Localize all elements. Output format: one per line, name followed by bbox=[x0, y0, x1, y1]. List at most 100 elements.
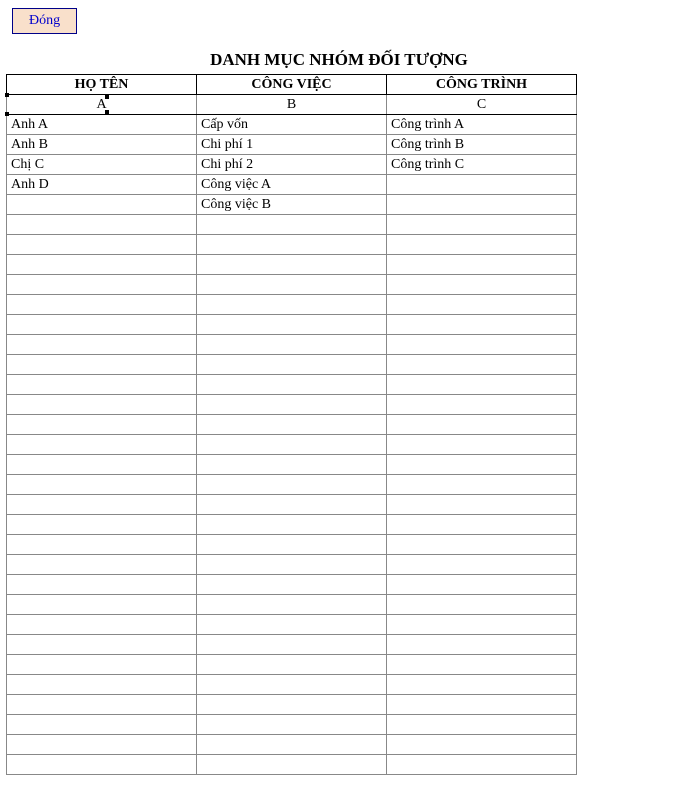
table-cell[interactable] bbox=[7, 535, 197, 555]
table-cell[interactable] bbox=[7, 475, 197, 495]
table-cell[interactable] bbox=[387, 255, 577, 275]
table-cell[interactable] bbox=[7, 515, 197, 535]
table-cell[interactable] bbox=[197, 515, 387, 535]
table-cell[interactable] bbox=[387, 755, 577, 775]
table-cell[interactable] bbox=[387, 635, 577, 655]
table-cell[interactable] bbox=[197, 335, 387, 355]
table-cell[interactable] bbox=[197, 455, 387, 475]
table-cell[interactable] bbox=[197, 435, 387, 455]
table-cell[interactable] bbox=[197, 255, 387, 275]
table-cell[interactable]: Anh A bbox=[7, 115, 197, 135]
table-cell[interactable] bbox=[197, 575, 387, 595]
table-cell[interactable]: Chị C bbox=[7, 155, 197, 175]
table-cell[interactable]: Anh D bbox=[7, 175, 197, 195]
table-cell[interactable]: Cấp vốn bbox=[197, 115, 387, 135]
table-cell[interactable] bbox=[387, 295, 577, 315]
table-cell[interactable] bbox=[197, 215, 387, 235]
table-cell[interactable] bbox=[387, 375, 577, 395]
table-cell[interactable] bbox=[7, 555, 197, 575]
table-cell[interactable] bbox=[7, 435, 197, 455]
table-cell[interactable] bbox=[7, 595, 197, 615]
table-cell[interactable] bbox=[7, 715, 197, 735]
table-cell[interactable]: Công trình C bbox=[387, 155, 577, 175]
table-cell[interactable] bbox=[7, 275, 197, 295]
table-cell[interactable] bbox=[387, 495, 577, 515]
table-cell[interactable] bbox=[387, 695, 577, 715]
table-cell[interactable]: Công việc A bbox=[197, 175, 387, 195]
header-cong-viec[interactable]: CÔNG VIỆC bbox=[197, 75, 387, 95]
table-cell[interactable] bbox=[7, 675, 197, 695]
table-cell[interactable] bbox=[197, 395, 387, 415]
table-cell[interactable] bbox=[7, 255, 197, 275]
table-cell[interactable]: Công trình B bbox=[387, 135, 577, 155]
table-cell[interactable] bbox=[387, 335, 577, 355]
code-cell-b[interactable]: B bbox=[197, 95, 387, 115]
table-cell[interactable] bbox=[197, 675, 387, 695]
table-cell[interactable] bbox=[197, 755, 387, 775]
table-cell[interactable] bbox=[387, 555, 577, 575]
table-cell[interactable] bbox=[7, 195, 197, 215]
table-cell[interactable] bbox=[197, 735, 387, 755]
table-cell[interactable] bbox=[387, 515, 577, 535]
table-cell[interactable] bbox=[387, 655, 577, 675]
header-ho-ten[interactable]: HỌ TÊN bbox=[7, 75, 197, 95]
table-cell[interactable] bbox=[197, 355, 387, 375]
table-cell[interactable] bbox=[387, 275, 577, 295]
table-cell[interactable]: Chi phí 1 bbox=[197, 135, 387, 155]
table-cell[interactable] bbox=[197, 615, 387, 635]
table-cell[interactable]: Chi phí 2 bbox=[197, 155, 387, 175]
table-cell[interactable] bbox=[387, 455, 577, 475]
table-cell[interactable] bbox=[387, 595, 577, 615]
table-cell[interactable] bbox=[7, 735, 197, 755]
table-cell[interactable] bbox=[197, 315, 387, 335]
code-cell-a[interactable]: A bbox=[7, 95, 197, 115]
table-cell[interactable] bbox=[197, 415, 387, 435]
table-cell[interactable] bbox=[7, 695, 197, 715]
table-cell[interactable] bbox=[7, 615, 197, 635]
table-cell[interactable] bbox=[197, 635, 387, 655]
table-cell[interactable] bbox=[197, 475, 387, 495]
table-cell[interactable] bbox=[7, 575, 197, 595]
table-cell[interactable] bbox=[387, 355, 577, 375]
table-cell[interactable] bbox=[387, 535, 577, 555]
table-cell[interactable]: Anh B bbox=[7, 135, 197, 155]
table-cell[interactable] bbox=[7, 655, 197, 675]
table-cell[interactable] bbox=[7, 215, 197, 235]
table-cell[interactable] bbox=[7, 355, 197, 375]
table-cell[interactable] bbox=[387, 675, 577, 695]
code-cell-c[interactable]: C bbox=[387, 95, 577, 115]
table-cell[interactable] bbox=[7, 415, 197, 435]
table-cell[interactable] bbox=[197, 655, 387, 675]
table-cell[interactable] bbox=[197, 375, 387, 395]
table-cell[interactable] bbox=[7, 315, 197, 335]
table-cell[interactable] bbox=[387, 475, 577, 495]
close-button[interactable]: Đóng bbox=[12, 8, 77, 34]
table-cell[interactable] bbox=[197, 275, 387, 295]
table-cell[interactable] bbox=[387, 395, 577, 415]
table-cell[interactable]: Công trình A bbox=[387, 115, 577, 135]
table-cell[interactable] bbox=[387, 235, 577, 255]
table-cell[interactable] bbox=[197, 295, 387, 315]
table-cell[interactable] bbox=[7, 295, 197, 315]
table-cell[interactable] bbox=[197, 495, 387, 515]
table-cell[interactable] bbox=[387, 575, 577, 595]
header-cong-trinh[interactable]: CÔNG TRÌNH bbox=[387, 75, 577, 95]
table-cell[interactable] bbox=[7, 755, 197, 775]
table-cell[interactable] bbox=[387, 735, 577, 755]
table-cell[interactable] bbox=[7, 395, 197, 415]
table-cell[interactable] bbox=[387, 215, 577, 235]
table-cell[interactable] bbox=[387, 195, 577, 215]
table-cell[interactable] bbox=[197, 555, 387, 575]
table-cell[interactable] bbox=[387, 435, 577, 455]
table-cell[interactable] bbox=[7, 375, 197, 395]
table-cell[interactable] bbox=[7, 635, 197, 655]
table-cell[interactable] bbox=[7, 335, 197, 355]
table-cell[interactable] bbox=[197, 535, 387, 555]
table-cell[interactable] bbox=[387, 415, 577, 435]
table-cell[interactable] bbox=[7, 235, 197, 255]
table-cell[interactable] bbox=[387, 315, 577, 335]
table-cell[interactable] bbox=[197, 695, 387, 715]
table-cell[interactable] bbox=[197, 715, 387, 735]
table-cell[interactable] bbox=[387, 175, 577, 195]
table-cell[interactable] bbox=[387, 715, 577, 735]
